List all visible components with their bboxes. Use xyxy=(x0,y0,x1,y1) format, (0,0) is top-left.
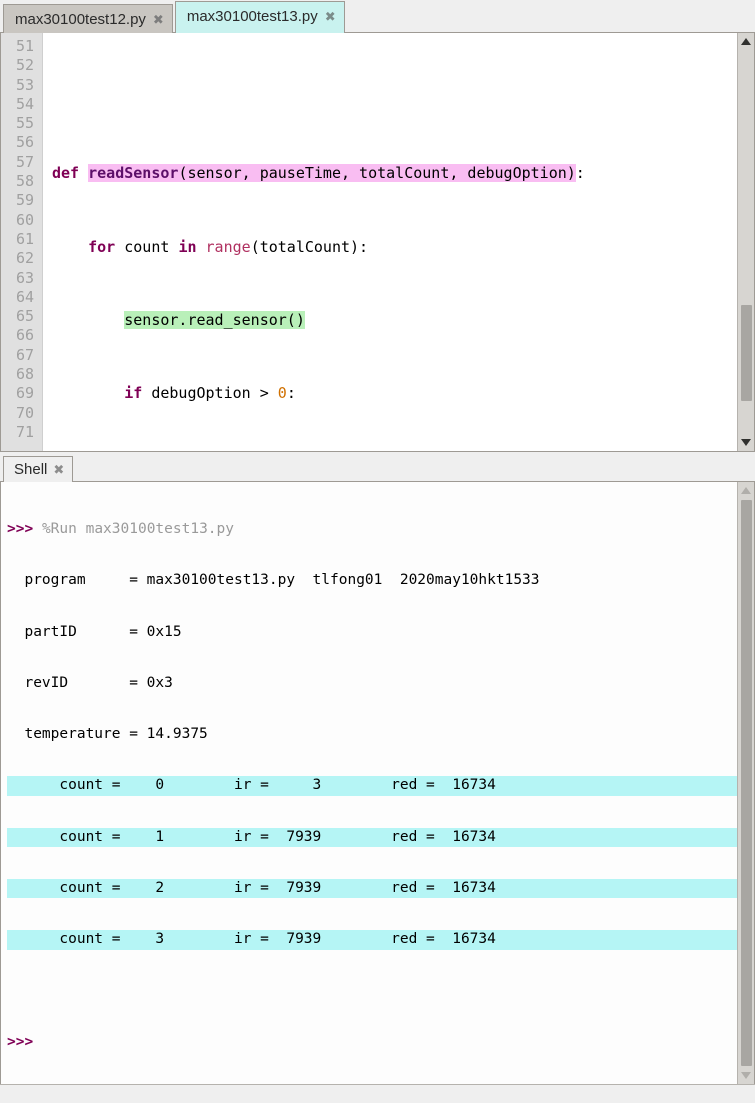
code-line: sensor.read_sensor() xyxy=(124,310,305,329)
line-number: 53 xyxy=(15,75,34,94)
line-number: 68 xyxy=(15,365,34,384)
line-number: 58 xyxy=(15,172,34,191)
code-line: if debugOption > 0: xyxy=(124,384,296,403)
shell-tab-bar: Shell ✖ xyxy=(0,452,755,482)
line-number: 64 xyxy=(15,287,34,306)
line-number: 55 xyxy=(15,114,34,133)
shell-sensor-row: count = 1 ir = 7939 red = 16734 xyxy=(7,827,754,848)
line-number: 67 xyxy=(15,345,34,364)
editor-tab-max30100test13[interactable]: max30100test13.py ✖ xyxy=(174,1,345,33)
shell-sensor-row: count = 2 ir = 7939 red = 16734 xyxy=(7,879,754,899)
shell-run-command: %Run max30100test13.py xyxy=(41,521,234,537)
shell-output-line: temperature = 14.9375 xyxy=(7,726,208,743)
code-line: def readSensor(sensor, pauseTime, totalC… xyxy=(52,164,585,183)
line-number: 60 xyxy=(15,210,34,229)
scroll-down-arrow-icon[interactable] xyxy=(738,434,754,451)
line-number: 51 xyxy=(15,37,34,55)
editor-vertical-scrollbar[interactable] xyxy=(737,33,754,451)
line-number: 57 xyxy=(15,152,34,171)
line-number-gutter: 51 52 53 54 55 56 57 58 59 60 61 62 63 6… xyxy=(1,33,43,451)
shell-scrollbar-thumb[interactable] xyxy=(741,500,752,1067)
shell-prompt: >>> xyxy=(7,1033,34,1050)
shell-notebook: Shell ✖ >>> %Run max30100test13.py progr… xyxy=(0,452,755,1103)
editor-notebook: max30100test12.py ✖ max30100test13.py ✖ … xyxy=(0,0,755,452)
shell-output-line: partID = 0x15 xyxy=(7,623,182,640)
line-number: 54 xyxy=(15,94,34,113)
shell-prompt: >>> xyxy=(7,521,34,537)
line-number: 56 xyxy=(15,133,34,152)
code-editor[interactable]: 51 52 53 54 55 56 57 58 59 60 61 62 63 6… xyxy=(0,33,755,452)
shell-output-line: revID = 0x3 xyxy=(7,674,173,691)
shell-blank-line xyxy=(7,982,754,1001)
close-icon[interactable]: ✖ xyxy=(325,10,336,23)
editor-tab-max30100test12[interactable]: max30100test12.py ✖ xyxy=(3,4,173,33)
line-number: 70 xyxy=(15,403,34,422)
scroll-down-arrow-icon[interactable] xyxy=(738,1067,754,1084)
code-text[interactable]: def readSensor(sensor, pauseTime, totalC… xyxy=(43,33,754,451)
shell-text[interactable]: >>> %Run max30100test13.py program = max… xyxy=(1,482,754,1084)
code-line: for count in range(totalCount): xyxy=(88,237,369,256)
shell-vertical-scrollbar[interactable] xyxy=(737,482,754,1085)
line-number: 62 xyxy=(15,249,34,268)
tab-shell[interactable]: Shell ✖ xyxy=(3,456,74,482)
editor-scrollbar-thumb[interactable] xyxy=(741,305,752,401)
shell-sensor-row: count = 3 ir = 7939 red = 16734 xyxy=(7,930,754,950)
line-number: 52 xyxy=(15,56,34,75)
shell-final-prompt-line[interactable]: >>> xyxy=(7,1033,754,1052)
shell-run-line: >>> %Run max30100test13.py xyxy=(7,520,754,539)
line-number: 61 xyxy=(15,229,34,248)
line-number: 69 xyxy=(15,384,34,403)
line-number: 65 xyxy=(15,307,34,326)
editor-tab-label: max30100test13.py xyxy=(186,8,318,25)
close-icon[interactable]: ✖ xyxy=(153,13,164,26)
scroll-up-arrow-icon[interactable] xyxy=(738,482,754,499)
thonny-ide-window: max30100test12.py ✖ max30100test13.py ✖ … xyxy=(0,0,755,1103)
line-number: 71 xyxy=(15,422,34,441)
line-number: 66 xyxy=(15,326,34,345)
editor-tab-label: max30100test12.py xyxy=(15,10,146,28)
shell-sensor-row: count = 0 ir = 3 red = 16734 xyxy=(7,776,754,796)
shell-tab-label: Shell xyxy=(14,461,48,478)
scroll-up-arrow-icon[interactable] xyxy=(738,33,754,50)
shell-output-area[interactable]: >>> %Run max30100test13.py program = max… xyxy=(0,482,755,1086)
shell-output-line: program = max30100test13.py tlfong01 202… xyxy=(7,572,540,589)
status-bar xyxy=(0,1084,755,1103)
line-number: 63 xyxy=(15,268,34,287)
line-number: 59 xyxy=(15,191,34,210)
editor-tab-bar: max30100test12.py ✖ max30100test13.py ✖ xyxy=(0,0,755,33)
close-icon[interactable]: ✖ xyxy=(53,463,64,476)
tab-bar-filler xyxy=(346,4,755,33)
